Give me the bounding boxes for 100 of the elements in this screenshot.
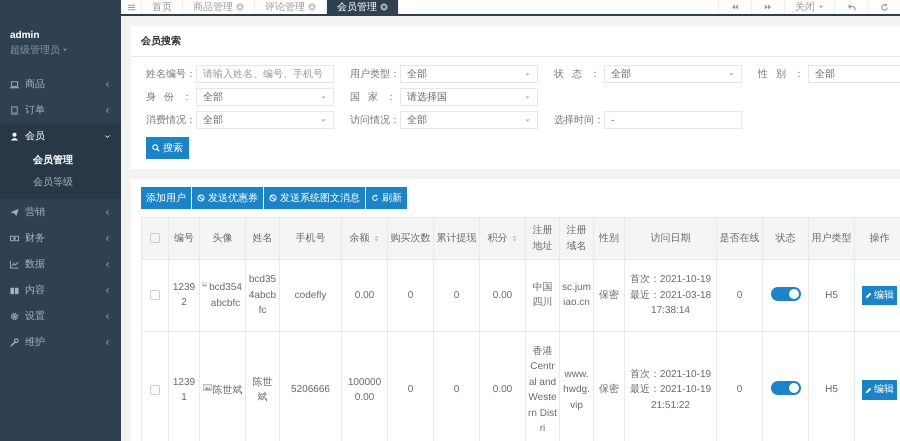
page-tab[interactable]: 商品管理: [183, 0, 255, 14]
chevron-down-icon: [104, 132, 111, 140]
page-tab[interactable]: 会员管理: [327, 0, 399, 14]
page-tab[interactable]: 首页: [142, 0, 183, 14]
laptop-icon: [10, 80, 19, 88]
toolbar-button[interactable]: 刷新: [366, 187, 407, 209]
refresh-icon: [371, 194, 379, 202]
close-icon: [236, 3, 244, 11]
caret-icon: [524, 70, 531, 78]
column-header: 购买次数: [388, 218, 434, 260]
caret-icon: [320, 116, 327, 124]
field-label: 用户类型：: [350, 68, 396, 81]
chevron-left-icon: [104, 106, 111, 114]
table-cell: bcd354abcbfc: [246, 260, 280, 331]
table-cell: 中国四川: [526, 260, 560, 331]
table-cell: 0: [434, 260, 480, 331]
reply-icon: [846, 2, 856, 12]
status-toggle[interactable]: [770, 286, 800, 300]
close-menu[interactable]: 关闭: [784, 0, 834, 14]
input-field[interactable]: 请输入姓名、编号、手机号: [196, 65, 334, 83]
chevron-left-icon: [104, 260, 111, 268]
table-cell: codefly: [280, 260, 342, 331]
money-icon: [10, 234, 19, 242]
table-cell: 0: [716, 260, 762, 331]
select-field[interactable]: 请选择国: [400, 88, 538, 106]
submenu-item[interactable]: 会员管理: [0, 149, 121, 171]
role-dropdown[interactable]: 超级管理员: [10, 43, 68, 57]
column-header: 用户类型: [808, 218, 854, 260]
gear-icon: [10, 312, 19, 320]
select-field[interactable]: 全部: [808, 65, 900, 83]
sidebar-item[interactable]: 财务: [0, 225, 121, 251]
sidebar-item[interactable]: 内容: [0, 277, 121, 303]
input-field[interactable]: -: [604, 111, 742, 129]
field-label: 选择时间：: [554, 114, 600, 127]
column-header: 累计提现: [434, 218, 480, 260]
toolbar-button[interactable]: 发送系统图文消息: [264, 187, 365, 209]
table-cell: sc.jumiao.cn: [560, 260, 594, 331]
close-icon: [380, 3, 388, 11]
sidebar-item[interactable]: 营销: [0, 199, 121, 225]
select-field[interactable]: 全部: [196, 111, 334, 129]
status-toggle[interactable]: [770, 381, 800, 396]
send-icon: [10, 208, 19, 216]
submenu-item[interactable]: 会员等级: [0, 171, 121, 193]
sidebar-item[interactable]: 商品: [0, 71, 121, 97]
chevron-left-icon: [104, 234, 111, 242]
select-field[interactable]: 全部: [400, 111, 538, 129]
chevron-left-icon: [104, 208, 111, 216]
chevron-left-icon: [104, 312, 111, 320]
column-header: 手机号: [280, 218, 342, 260]
book-icon: [10, 286, 19, 294]
broken-image: 陈世斌: [202, 382, 242, 398]
sidebar-item[interactable]: 订单: [0, 97, 121, 123]
caret-icon: [524, 94, 531, 100]
field-label: 国家：: [350, 90, 396, 104]
column-header: 注册地址: [526, 218, 560, 260]
edit-button[interactable]: 编辑: [862, 380, 897, 400]
sidebar-item[interactable]: 维护: [0, 329, 121, 355]
column-header: 姓名: [246, 218, 280, 260]
row-checkbox[interactable]: [150, 290, 160, 300]
table-cell: 0.00: [342, 260, 388, 331]
menu-icon: [126, 2, 136, 12]
table-cell: 保密: [594, 260, 624, 331]
column-header: 编号: [168, 218, 200, 260]
column-header: 状态: [762, 218, 808, 260]
column-header: 性别: [594, 218, 624, 260]
field-label: 姓名编号：: [146, 68, 192, 81]
table-cell-text: 最近：2021-03-18 17:38:14: [628, 288, 712, 318]
table-cell: H5: [808, 260, 854, 331]
select-field[interactable]: 全部: [400, 65, 538, 83]
ban-icon: [269, 194, 277, 202]
table-cell: 0.00: [480, 260, 526, 331]
caret-icon: [320, 94, 327, 100]
table-cell: 香港 Central and Western Distri: [526, 331, 560, 441]
table-cell-text: 最近：2021-10-19 21:51:22: [628, 382, 712, 413]
select-field[interactable]: 全部: [196, 88, 334, 106]
sidebar-item[interactable]: 会员: [0, 123, 121, 149]
row-checkbox[interactable]: [150, 384, 160, 395]
close-icon: [308, 3, 316, 11]
double-right-icon: [764, 3, 772, 11]
pencil-icon: [865, 386, 872, 394]
wrench-icon: [10, 338, 19, 346]
caret-icon: [728, 70, 735, 78]
sidebar-item[interactable]: 数据: [0, 251, 121, 277]
select-all-checkbox[interactable]: [150, 233, 160, 244]
card-title: 会员搜索: [131, 26, 900, 57]
table-cell-text: 首次：2021-10-19: [628, 273, 712, 287]
toolbar-button[interactable]: 添加用户: [141, 187, 191, 209]
sort-icon: [372, 235, 380, 242]
edit-button[interactable]: 编辑: [862, 286, 897, 305]
tablet-icon: [10, 106, 19, 114]
chart-icon: [10, 260, 19, 268]
double-left-icon: [731, 3, 739, 11]
toolbar-button[interactable]: 发送优惠券: [192, 187, 263, 209]
select-field[interactable]: 全部: [604, 65, 742, 83]
ban-icon: [197, 194, 205, 202]
column-header: 头像: [200, 218, 246, 260]
field-label: 消费情况：: [146, 114, 192, 127]
table-cell: 0: [388, 260, 434, 331]
sidebar-item[interactable]: 设置: [0, 303, 121, 329]
search-button[interactable]: 搜索: [146, 137, 189, 159]
